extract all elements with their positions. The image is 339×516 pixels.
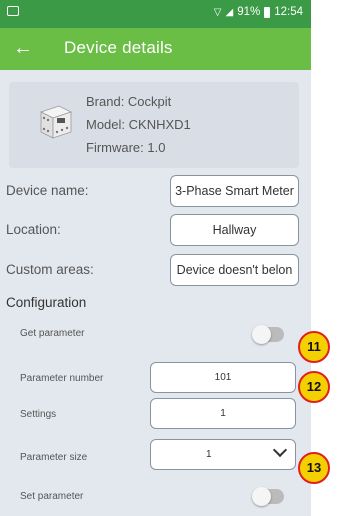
- location-label: Location:: [6, 222, 61, 237]
- callout-badge-11: 11: [298, 331, 330, 363]
- custom-areas-label: Custom areas:: [6, 262, 94, 277]
- chevron-down-icon: [272, 442, 288, 458]
- device-name-field[interactable]: 3-Phase Smart Meter: [170, 175, 299, 207]
- settings-field[interactable]: 1: [150, 398, 296, 429]
- location-field[interactable]: Hallway: [170, 214, 299, 246]
- toggle-knob: [252, 325, 271, 344]
- battery-icon: [264, 6, 271, 18]
- set-parameter-label: Set parameter: [20, 491, 84, 502]
- status-right: ▽ ◢ 91% 12:54: [214, 6, 303, 18]
- callout-badge-13: 13: [298, 452, 330, 484]
- signal-icon: ◢: [225, 6, 234, 18]
- device-name-label: Device name:: [6, 183, 89, 198]
- parameter-size-label: Parameter size: [20, 452, 88, 463]
- parameter-size-select[interactable]: 1: [150, 439, 296, 470]
- custom-areas-field[interactable]: Device doesn't belon: [170, 254, 299, 286]
- parameter-number-label: Parameter number: [20, 373, 104, 384]
- clock: 12:54: [274, 6, 303, 18]
- callout-badge-12: 12: [298, 371, 330, 403]
- get-parameter-label: Get parameter: [20, 328, 85, 339]
- device-info-card: Brand: Cockpit Model: CKNHXD1 Firmware: …: [9, 82, 299, 168]
- device-brand: Brand: Cockpit: [86, 94, 172, 109]
- device-firmware: Firmware: 1.0: [86, 140, 166, 155]
- parameter-size-value: 1: [206, 449, 212, 460]
- arrow-left-icon[interactable]: ←: [13, 36, 33, 60]
- app-bar: ← Device details: [0, 28, 311, 70]
- smart-meter-image: [39, 105, 73, 139]
- status-bar: ▽ ◢ 91% 12:54: [0, 0, 311, 28]
- settings-label: Settings: [20, 409, 57, 420]
- wifi-icon: ▽: [213, 6, 222, 18]
- battery-percent: 91%: [237, 6, 261, 18]
- get-parameter-toggle[interactable]: [252, 325, 284, 344]
- parameter-number-field[interactable]: 101: [150, 362, 296, 393]
- phone-screen: ▽ ◢ 91% 12:54 ← Device details Brand: Co…: [0, 0, 311, 516]
- set-parameter-toggle[interactable]: [252, 487, 284, 506]
- configuration-heading: Configuration: [6, 295, 87, 310]
- device-model: Model: CKNHXD1: [86, 117, 191, 132]
- toggle-knob: [252, 487, 271, 506]
- page-title: Device details: [64, 38, 173, 57]
- image-notification-icon: [7, 6, 19, 16]
